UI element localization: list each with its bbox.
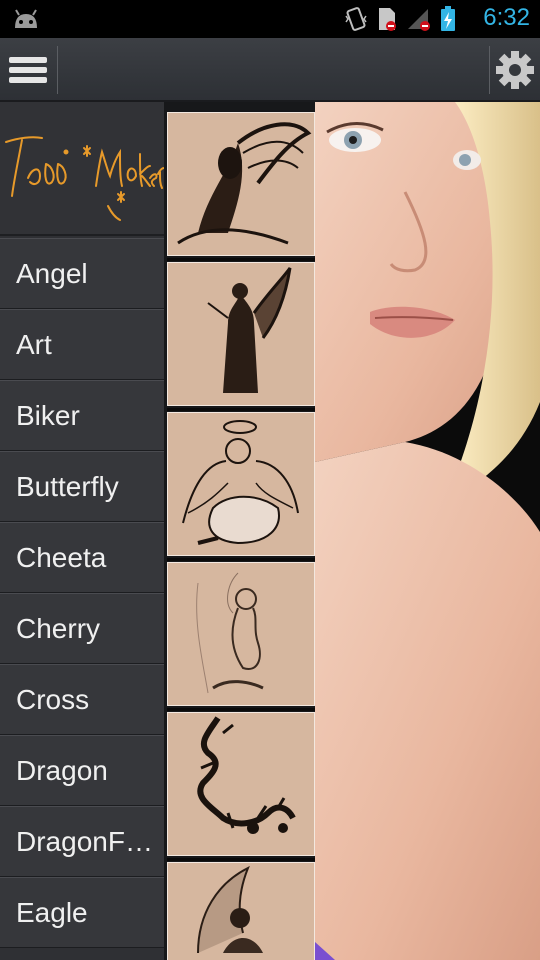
category-item-cheeta[interactable]: Cheeta (0, 522, 164, 593)
thumbnail-separator (167, 708, 315, 711)
battery-charging-icon (441, 6, 455, 31)
status-bar: 6:32 (0, 0, 540, 38)
gear-icon[interactable] (494, 48, 536, 92)
tattoo-thumbnail[interactable] (167, 112, 315, 256)
tattoo-thumbnail-strip (164, 102, 315, 960)
category-item-cross[interactable]: Cross (0, 664, 164, 735)
model-photo (315, 102, 540, 960)
tattoo-thumbnail[interactable] (167, 862, 315, 960)
thumbnail-separator (167, 858, 315, 861)
action-bar (0, 38, 540, 102)
signal-icon (408, 9, 430, 31)
category-item-dragon[interactable]: Dragon (0, 735, 164, 806)
category-item-eagle[interactable]: Eagle (0, 877, 164, 948)
category-item-art[interactable]: Art (0, 309, 164, 380)
category-item-angel[interactable]: Angel (0, 238, 164, 309)
vibrate-icon (345, 7, 367, 31)
category-item-cherry[interactable]: Cherry (0, 593, 164, 664)
action-bar-divider (489, 46, 490, 94)
category-item-butterfly[interactable]: Butterfly (0, 451, 164, 522)
category-item-biker[interactable]: Biker (0, 380, 164, 451)
thumbnail-separator (167, 558, 315, 561)
tattoo-thumbnail[interactable] (167, 262, 315, 406)
category-item-dragonfly[interactable]: DragonF… (0, 806, 164, 877)
android-icon (15, 9, 37, 28)
thumbnail-separator (167, 408, 315, 411)
tattoo-thumbnail[interactable] (167, 562, 315, 706)
clock: 6:32 (483, 4, 530, 31)
category-list: Angel Art Biker Butterfly Cheeta Cherry … (0, 238, 164, 948)
tattoo-thumbnail[interactable] (167, 712, 315, 856)
thumbnail-separator (167, 258, 315, 261)
app-logo (0, 102, 165, 236)
action-bar-divider (57, 46, 58, 94)
sd-card-icon (379, 8, 396, 31)
hamburger-menu-icon[interactable] (6, 48, 50, 92)
tattoo-thumbnail[interactable] (167, 412, 315, 556)
navigation-drawer: Angel Art Biker Butterfly Cheeta Cherry … (0, 102, 165, 960)
